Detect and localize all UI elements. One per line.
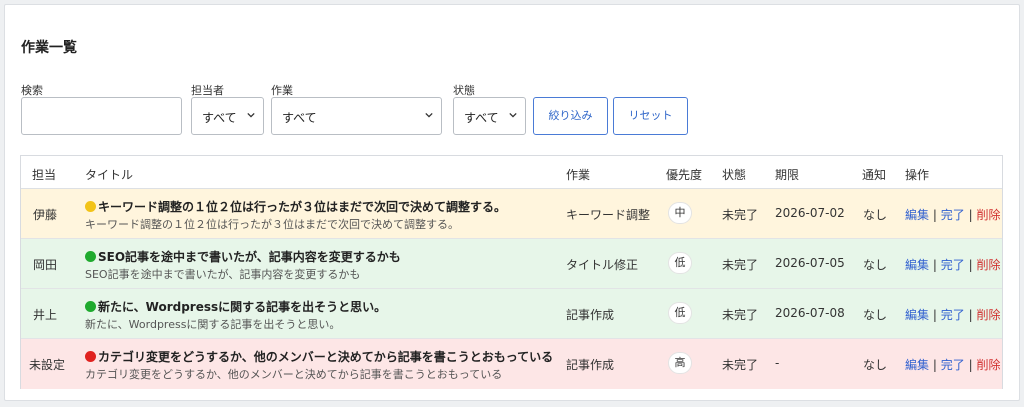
header-assignee: 担当 [32, 168, 57, 182]
edit-link[interactable]: 編集 [905, 208, 929, 222]
due-cell: 2026-07-08 [775, 306, 845, 320]
notify-cell: なし [863, 358, 888, 372]
separator: | [932, 358, 937, 372]
delete-link[interactable]: 削除 [976, 308, 1000, 322]
apply-filter-button[interactable]: 絞り込み [533, 97, 608, 135]
delete-link[interactable]: 削除 [976, 358, 1000, 372]
separator: | [932, 308, 937, 322]
separator: | [968, 208, 973, 222]
assignee-select[interactable]: すべて [191, 97, 264, 135]
task-list-card: 作業一覧 検索 担当者 すべて 作業 すべて 状態 すべて 絞り込み リセット … [4, 4, 1020, 401]
task-cell: 記事作成 [566, 308, 615, 322]
title-text: SEO記事を途中まで書いたが、記事内容を変更するかも [98, 250, 401, 264]
search-input[interactable] [21, 97, 182, 135]
priority-badge: 高 [668, 352, 692, 374]
priority-badge: 低 [668, 252, 692, 274]
task-cell: 記事作成 [566, 358, 615, 372]
assignee-select-value: すべて [202, 111, 237, 125]
title-cell: 新たに、Wordpressに関する記事を出そうと思い。 [85, 298, 386, 315]
table-row: 岡田 SEO記事を途中まで書いたが、記事内容を変更するかも SEO記事を途中まで… [21, 239, 1002, 289]
task-select[interactable]: すべて [271, 97, 442, 135]
header-notify: 通知 [862, 168, 887, 182]
subtitle-text: SEO記事を途中まで書いたが、記事内容を変更するかも [85, 268, 361, 281]
assignee-cell: 井上 [33, 308, 58, 322]
status-select[interactable]: すべて [453, 97, 526, 135]
priority-badge: 低 [668, 302, 692, 324]
table-header: 担当 タイトル 作業 優先度 状態 期限 通知 操作 [21, 156, 1002, 189]
due-cell: - [775, 356, 780, 370]
task-table: 担当 タイトル 作業 優先度 状態 期限 通知 操作 伊藤 キーワード調整の１位… [20, 155, 1003, 389]
due-cell: 2026-07-05 [775, 256, 845, 270]
assignee-label: 担当者 [191, 84, 224, 97]
header-title: タイトル [85, 168, 134, 182]
status-cell: 未完了 [722, 308, 759, 322]
complete-link[interactable]: 完了 [941, 308, 965, 322]
title-cell: キーワード調整の１位２位は行ったが３位はまだで次回で決めて調整する。 [85, 198, 506, 215]
table-row: 井上 新たに、Wordpressに関する記事を出そうと思い。 新たに、Wordp… [21, 289, 1002, 339]
assignee-cell: 伊藤 [33, 208, 58, 222]
actions-cell: 編集 | 完了 | 削除 [905, 256, 1000, 273]
status-cell: 未完了 [722, 258, 759, 272]
status-label: 状態 [453, 84, 475, 97]
assignee-cell: 岡田 [33, 258, 58, 272]
separator: | [968, 308, 973, 322]
page-title: 作業一覧 [21, 40, 77, 56]
actions-cell: 編集 | 完了 | 削除 [905, 306, 1000, 323]
notify-cell: なし [863, 208, 888, 222]
title-cell: カテゴリ変更をどうするか、他のメンバーと決めてから記事を書こうとおもっている [85, 348, 553, 365]
separator: | [932, 208, 937, 222]
notify-cell: なし [863, 258, 888, 272]
subtitle-text: 新たに、Wordpressに関する記事を出そうと思い。 [85, 318, 341, 331]
task-cell: キーワード調整 [566, 208, 651, 222]
priority-badge: 中 [668, 202, 692, 224]
title-cell: SEO記事を途中まで書いたが、記事内容を変更するかも [85, 248, 401, 265]
task-select-value: すべて [282, 111, 317, 125]
status-dot-icon [85, 201, 96, 212]
edit-link[interactable]: 編集 [905, 358, 929, 372]
chevron-down-icon [247, 112, 255, 118]
header-due: 期限 [775, 168, 800, 182]
status-select-value: すべて [464, 111, 499, 125]
due-cell: 2026-07-02 [775, 206, 845, 220]
edit-link[interactable]: 編集 [905, 258, 929, 272]
complete-link[interactable]: 完了 [941, 258, 965, 272]
header-task: 作業 [566, 168, 591, 182]
header-actions: 操作 [905, 168, 930, 182]
actions-cell: 編集 | 完了 | 削除 [905, 206, 1000, 223]
search-label: 検索 [21, 84, 43, 97]
header-status: 状態 [722, 168, 747, 182]
task-cell: タイトル修正 [566, 258, 639, 272]
header-priority: 優先度 [666, 168, 703, 182]
title-text: キーワード調整の１位２位は行ったが３位はまだで次回で決めて調整する。 [98, 200, 507, 214]
notify-cell: なし [863, 308, 888, 322]
delete-link[interactable]: 削除 [976, 258, 1000, 272]
status-dot-icon [85, 251, 96, 262]
subtitle-text: カテゴリ変更をどうするか、他のメンバーと決めてから記事を書こうとおもっている [85, 368, 503, 381]
title-text: カテゴリ変更をどうするか、他のメンバーと決めてから記事を書こうとおもっている [98, 350, 554, 364]
chevron-down-icon [509, 112, 517, 118]
subtitle-text: キーワード調整の１位２位は行ったが３位はまだで次回で決めて調整する。 [85, 218, 459, 231]
delete-link[interactable]: 削除 [976, 208, 1000, 222]
task-label: 作業 [271, 84, 293, 97]
title-text: 新たに、Wordpressに関する記事を出そうと思い。 [98, 300, 387, 314]
separator: | [968, 358, 973, 372]
complete-link[interactable]: 完了 [941, 208, 965, 222]
table-row: 未設定 カテゴリ変更をどうするか、他のメンバーと決めてから記事を書こうとおもって… [21, 339, 1002, 389]
chevron-down-icon [425, 112, 433, 118]
status-cell: 未完了 [722, 208, 759, 222]
reset-button[interactable]: リセット [613, 97, 688, 135]
assignee-cell: 未設定 [29, 358, 66, 372]
edit-link[interactable]: 編集 [905, 308, 929, 322]
separator: | [932, 258, 937, 272]
complete-link[interactable]: 完了 [941, 358, 965, 372]
actions-cell: 編集 | 完了 | 削除 [905, 356, 1000, 373]
status-dot-icon [85, 301, 96, 312]
status-dot-icon [85, 351, 96, 362]
status-cell: 未完了 [722, 358, 759, 372]
separator: | [968, 258, 973, 272]
table-row: 伊藤 キーワード調整の１位２位は行ったが３位はまだで次回で決めて調整する。 キー… [21, 189, 1002, 239]
